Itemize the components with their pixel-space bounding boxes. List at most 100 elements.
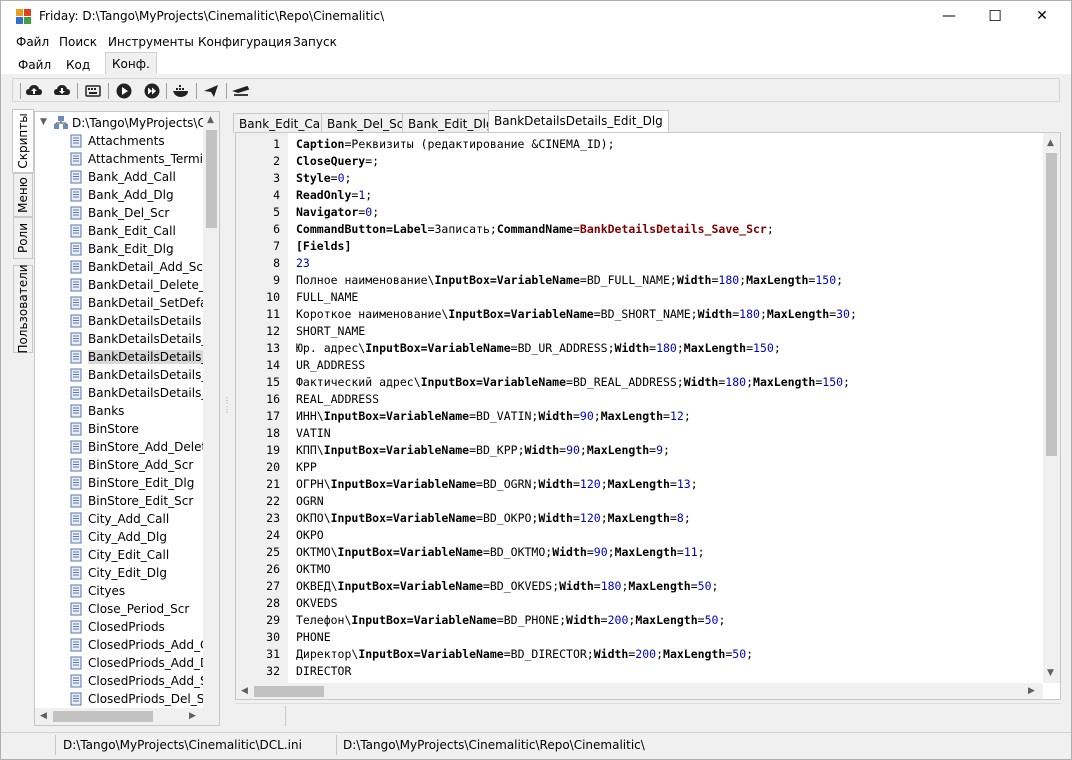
scroll-up-icon[interactable]: ▲ <box>207 115 214 125</box>
doc-tab-bank-edit-dlg[interactable]: Bank_Edit_Dlg <box>402 113 500 133</box>
fast-forward-icon[interactable] <box>143 82 161 100</box>
tab-config[interactable]: Конф. <box>105 52 157 74</box>
script-file-icon <box>70 692 82 706</box>
code-token: =BD_REAL_ADDRESS; <box>566 375 684 389</box>
code-editor[interactable]: 1 Caption=Реквизиты (редактирование &CINE… <box>235 132 1061 700</box>
chevron-down-icon[interactable]: ▼ <box>40 117 47 127</box>
docker-icon[interactable] <box>172 82 190 100</box>
tree-item-label: BankDetailsDetails <box>88 314 202 328</box>
code-token: 50 <box>704 613 719 627</box>
toolbar-separator <box>226 83 227 99</box>
editor-vertical-scrollbar[interactable]: ▲ ▼ <box>1043 133 1060 683</box>
code-token: CommandName <box>496 222 573 236</box>
title-bar[interactable]: Friday: D:\Tango\MyProjects\Cinemalitic\… <box>1 1 1071 32</box>
status-bar: D:\Tango\MyProjects\Cinemalitic\DCL.ini … <box>1 732 1071 759</box>
side-tab-users[interactable]: Пользователи <box>13 264 33 354</box>
scroll-right-icon[interactable]: ▶ <box>189 711 196 721</box>
menu-run[interactable]: Запуск <box>293 35 337 49</box>
side-tab-scripts[interactable]: Скрипты <box>12 109 34 173</box>
editor-scroll-thumb[interactable] <box>1046 153 1057 456</box>
code-token: 50 <box>732 647 747 661</box>
maximize-button[interactable]: ☐ <box>972 1 1018 32</box>
script-tree[interactable]: ▼ D:\Tango\MyProjects\Ci Attachments Atta… <box>34 111 220 726</box>
code-token: ; <box>365 188 373 202</box>
line-number: 28 <box>266 596 280 610</box>
play-icon[interactable] <box>115 82 133 100</box>
scroll-left-icon[interactable]: ◀ <box>40 711 47 721</box>
code-token: ; <box>836 273 844 287</box>
code-text: ОКТМО\InputBox=VariableName=BD_OKTMO;Wid… <box>296 544 705 561</box>
cloud-upload-icon[interactable] <box>25 82 43 100</box>
script-file-icon <box>70 620 82 634</box>
code-token: Width <box>524 443 560 457</box>
menu-tools[interactable]: Инструменты <box>108 35 194 49</box>
doc-tab-bankdetailsdetails-edit-dlg[interactable]: BankDetailsDetails_Edit_Dlg <box>488 110 669 133</box>
side-tab-roles[interactable]: Роли <box>13 217 33 259</box>
ribbon-tabs: Файл Код Конф. <box>1 52 1071 74</box>
script-file-icon <box>70 566 82 580</box>
tree-hscroll-thumb[interactable] <box>53 711 153 722</box>
footer-separator <box>285 706 286 726</box>
menu-search[interactable]: Поиск <box>59 35 97 49</box>
minimize-button[interactable]: — <box>926 1 972 32</box>
line-number: 22 <box>266 494 280 508</box>
tree-item-label: BankDetail_SetDefault <box>88 296 220 310</box>
code-token: =BD_FULL_NAME; <box>579 273 677 287</box>
code-token: Width <box>676 273 712 287</box>
tree-item-label: Bank_Edit_Dlg <box>88 242 174 256</box>
doc-tab-bank-edit-call[interactable]: Bank_Edit_Call <box>233 113 333 133</box>
cloud-download-icon[interactable] <box>53 82 71 100</box>
script-file-icon <box>70 350 82 364</box>
doc-tab-bank-del-scr[interactable]: Bank_Del_Scr <box>321 113 415 133</box>
code-token: ОКТМО\ <box>296 545 338 559</box>
tab-file[interactable]: Файл <box>11 55 58 74</box>
code-token: Width <box>552 545 587 559</box>
tree-item-label: Bank_Add_Dlg <box>88 188 174 202</box>
tree-horizontal-scrollbar[interactable]: ◀ ▶ <box>35 708 219 725</box>
editor-tabs: Bank_Edit_Call Bank_Del_Scr Bank_Edit_Dl… <box>233 110 1063 133</box>
code-token: Width <box>614 341 650 355</box>
code-token: MaxLength <box>614 545 677 559</box>
tree-item-label: BankDetail_Add_Scr <box>88 260 208 274</box>
code-token: MaxLength <box>766 307 830 321</box>
side-tab-menu[interactable]: Меню <box>13 173 33 217</box>
code-token: =Реквизиты (редактирование &CINEMA_ID); <box>344 137 615 151</box>
code-token: OGRN <box>296 494 324 508</box>
scroll-down-icon[interactable]: ▼ <box>1047 668 1054 678</box>
code-token: Width <box>683 375 719 389</box>
code-token: ; <box>683 511 691 525</box>
tab-code[interactable]: Код <box>59 55 97 74</box>
keyboard-icon[interactable] <box>84 82 102 100</box>
editor-horizontal-scrollbar[interactable]: ◀ ▶ <box>236 683 1043 699</box>
editor-hscroll-thumb[interactable] <box>254 686 324 697</box>
close-button[interactable]: ✕ <box>1019 1 1065 32</box>
airplane-icon[interactable] <box>232 82 250 100</box>
splitter-handle[interactable]: ⋮ ⋮ <box>223 396 231 426</box>
code-token: InputBox=VariableName <box>358 647 504 661</box>
line-number: 30 <box>266 630 280 644</box>
scroll-right-icon[interactable]: ▶ <box>1028 686 1035 696</box>
code-token: 50 <box>697 579 712 593</box>
code-text: VATIN <box>296 425 331 442</box>
scroll-up-icon[interactable]: ▲ <box>1047 138 1054 148</box>
line-number: 25 <box>266 545 280 559</box>
status-ini-path: D:\Tango\MyProjects\Cinemalitic\DCL.ini <box>63 738 302 752</box>
editor-footer <box>235 703 1061 726</box>
menu-file[interactable]: Файл <box>16 35 49 49</box>
tree-scroll-thumb[interactable] <box>206 130 217 228</box>
menu-bar: Файл Поиск Инструменты Конфигурация Запу… <box>1 32 1071 52</box>
code-token: ; <box>656 647 664 661</box>
code-text: OKTMO <box>296 561 331 578</box>
menu-configuration[interactable]: Конфигурация <box>198 35 291 49</box>
line-number: 16 <box>266 392 280 406</box>
send-icon[interactable] <box>202 82 220 100</box>
app-icon <box>16 9 32 25</box>
code-text: SHORT_NAME <box>296 323 365 340</box>
scroll-left-icon[interactable]: ◀ <box>241 686 248 696</box>
code-token: 13 <box>676 477 691 491</box>
line-number: 4 <box>273 188 280 202</box>
tree-item-label: ClosedPriods_Add_Sc <box>88 674 215 688</box>
tree-vertical-scrollbar[interactable]: ▲ <box>203 112 219 708</box>
script-file-icon <box>70 512 82 526</box>
code-token: 200 <box>635 647 657 661</box>
